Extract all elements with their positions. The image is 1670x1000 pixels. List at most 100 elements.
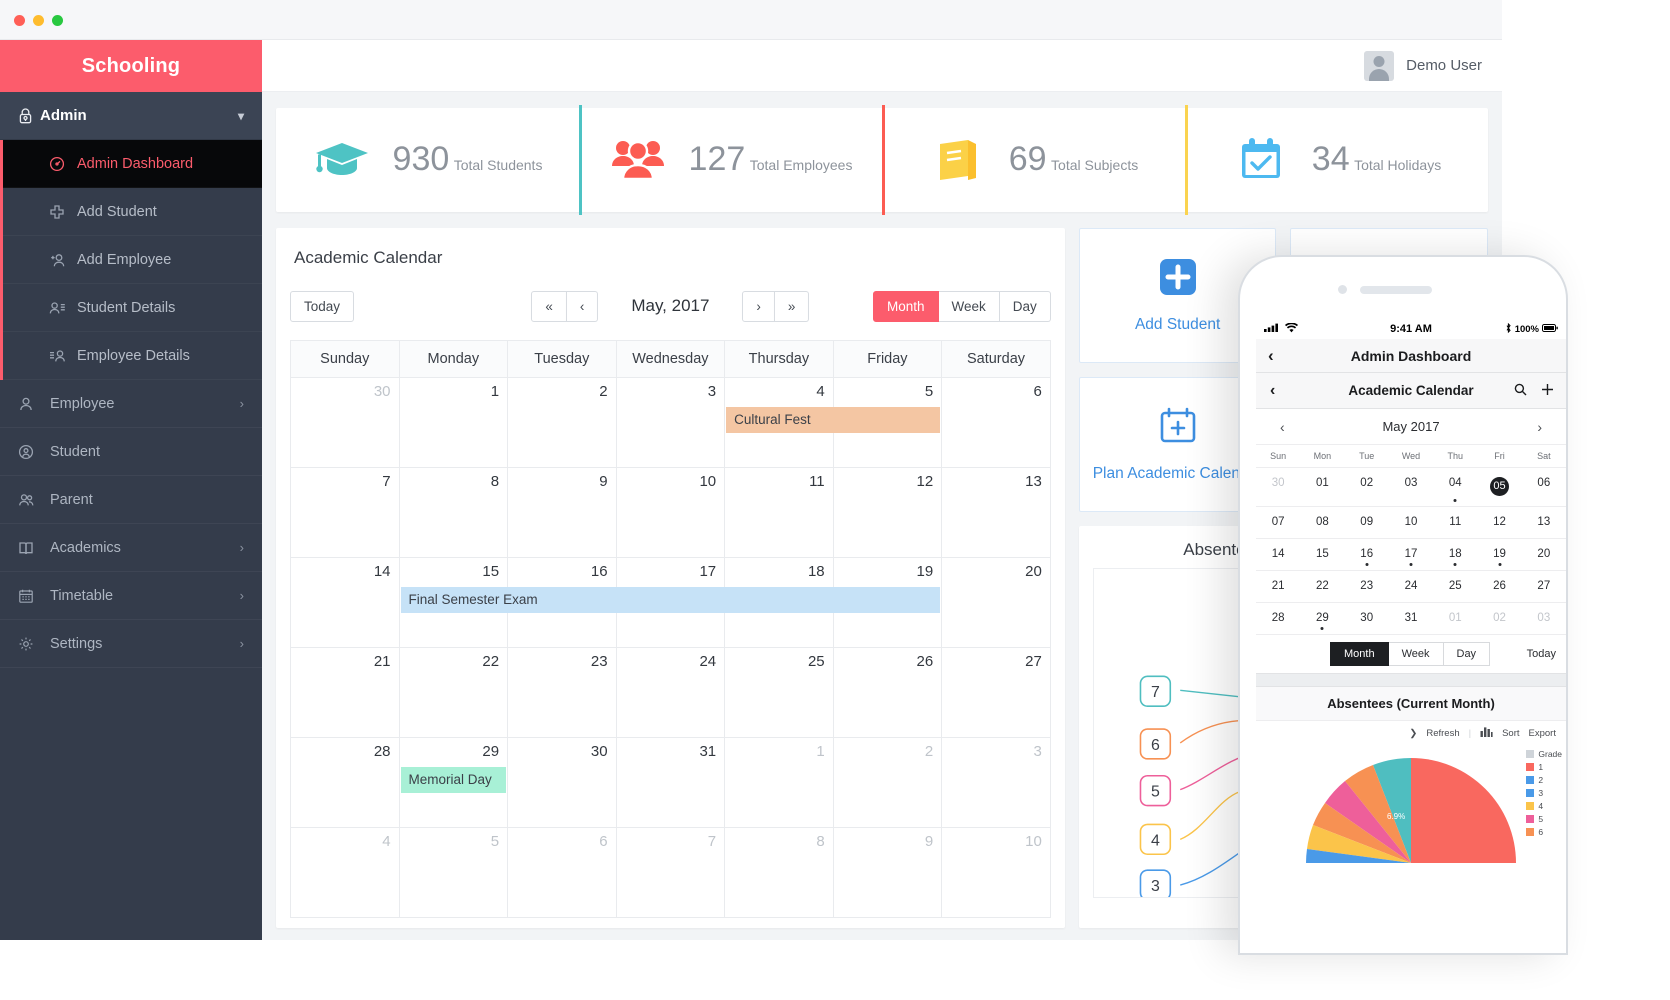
phone-calendar-day[interactable]: 27 bbox=[1522, 571, 1566, 602]
sidebar-item-academics[interactable]: Academics › bbox=[0, 524, 262, 572]
phone-calendar-day[interactable]: 28 bbox=[1256, 603, 1300, 634]
phone-calendar-day[interactable]: 17 bbox=[1389, 539, 1433, 570]
calendar-day-cell[interactable]: 6 bbox=[941, 377, 1051, 468]
user-menu[interactable]: Demo User bbox=[1364, 50, 1482, 81]
phone-calendar-day[interactable]: 23 bbox=[1345, 571, 1389, 602]
phone-calendar-day[interactable]: 10 bbox=[1389, 507, 1433, 538]
last-period-button[interactable]: » bbox=[774, 290, 810, 322]
calendar-day-cell[interactable]: 30 bbox=[290, 377, 400, 468]
phone-view-week-button[interactable]: Week bbox=[1388, 642, 1444, 666]
stat-card-total-employees[interactable]: 127 Total Employees bbox=[579, 105, 882, 215]
phone-side-button-volume-up[interactable] bbox=[1238, 455, 1240, 503]
calendar-event[interactable]: Final Semester Exam bbox=[400, 587, 941, 613]
phone-calendar-day[interactable]: 07 bbox=[1256, 507, 1300, 538]
phone-calendar-day[interactable]: 05 bbox=[1477, 468, 1521, 506]
calendar-day-cell[interactable]: 20 bbox=[941, 557, 1051, 648]
phone-calendar-day[interactable]: 22 bbox=[1300, 571, 1344, 602]
calendar-day-cell[interactable]: 28 bbox=[290, 737, 400, 828]
calendar-day-cell[interactable]: 8 bbox=[724, 827, 834, 918]
calendar-day-cell[interactable]: 29 Memorial Day bbox=[398, 737, 509, 828]
legend-item[interactable]: 2 bbox=[1526, 775, 1562, 785]
sidebar-item-student[interactable]: Student bbox=[0, 428, 262, 476]
phone-calendar-day[interactable]: 09 bbox=[1345, 507, 1389, 538]
phone-calendar-day[interactable]: 29 bbox=[1300, 603, 1344, 634]
calendar-day-cell[interactable]: 9 bbox=[507, 467, 617, 558]
phone-calendar-day[interactable]: 30 bbox=[1345, 603, 1389, 634]
phone-calendar-day[interactable]: 01 bbox=[1433, 603, 1477, 634]
calendar-day-cell[interactable]: 27 bbox=[941, 647, 1051, 738]
phone-calendar-day[interactable]: 16 bbox=[1345, 539, 1389, 570]
sidebar-item-employee-details[interactable]: Employee Details bbox=[3, 332, 262, 380]
phone-calendar-day[interactable]: 03 bbox=[1389, 468, 1433, 506]
calendar-day-cell[interactable]: 14 bbox=[290, 557, 400, 648]
calendar-day-cell[interactable]: 1 bbox=[724, 737, 834, 828]
close-window-button[interactable] bbox=[14, 15, 25, 26]
phone-calendar-day[interactable]: 03 bbox=[1522, 603, 1566, 634]
calendar-day-cell[interactable]: 21 bbox=[290, 647, 400, 738]
calendar-day-cell[interactable]: 22 bbox=[398, 647, 509, 738]
sidebar-item-parent[interactable]: Parent bbox=[0, 476, 262, 524]
phone-calendar-day[interactable]: 06 bbox=[1522, 468, 1566, 506]
phone-view-month-button[interactable]: Month bbox=[1330, 642, 1389, 666]
calendar-day-cell[interactable]: 25 bbox=[724, 647, 834, 738]
calendar-day-cell[interactable]: 24 bbox=[615, 647, 726, 738]
phone-calendar-day[interactable]: 12 bbox=[1477, 507, 1521, 538]
calendar-day-cell[interactable]: 9 bbox=[832, 827, 943, 918]
calendar-day-cell[interactable]: 26 bbox=[832, 647, 943, 738]
calendar-day-cell[interactable]: 4 Cultural Fest bbox=[724, 377, 941, 468]
calendar-day-cell[interactable]: 23 bbox=[507, 647, 617, 738]
calendar-day-cell[interactable]: 1 bbox=[398, 377, 509, 468]
calendar-day-cell[interactable]: 2 bbox=[507, 377, 617, 468]
phone-export-button[interactable]: Export bbox=[1529, 728, 1556, 739]
phone-calendar-day[interactable]: 02 bbox=[1345, 468, 1389, 506]
phone-calendar-day[interactable]: 31 bbox=[1389, 603, 1433, 634]
plus-icon[interactable] bbox=[1541, 383, 1554, 399]
calendar-day-cell[interactable]: 4 bbox=[290, 827, 400, 918]
first-period-button[interactable]: « bbox=[531, 290, 567, 322]
calendar-event[interactable]: Memorial Day bbox=[400, 767, 507, 793]
phone-calendar-day[interactable]: 19 bbox=[1477, 539, 1521, 570]
stat-card-total-subjects[interactable]: 69 Total Subjects bbox=[882, 105, 1185, 215]
stat-card-total-holidays[interactable]: 34 Total Holidays bbox=[1185, 105, 1488, 215]
phone-calendar-day[interactable]: 25 bbox=[1433, 571, 1477, 602]
legend-item[interactable]: 6 bbox=[1526, 827, 1562, 837]
calendar-day-cell[interactable]: 10 bbox=[615, 467, 726, 558]
calendar-day-cell[interactable]: 15 Final Semester Exam bbox=[398, 557, 941, 648]
phone-calendar-day[interactable]: 18 bbox=[1433, 539, 1477, 570]
phone-calendar-day[interactable]: 15 bbox=[1300, 539, 1344, 570]
phone-calendar-day[interactable]: 11 bbox=[1433, 507, 1477, 538]
phone-calendar-day[interactable]: 08 bbox=[1300, 507, 1344, 538]
minimize-window-button[interactable] bbox=[33, 15, 44, 26]
view-day-button[interactable]: Day bbox=[999, 290, 1051, 322]
chevron-left-icon[interactable]: ‹ bbox=[1270, 382, 1275, 400]
phone-calendar-day[interactable]: 04 bbox=[1433, 468, 1477, 506]
sidebar-item-add-student[interactable]: Add Student bbox=[3, 188, 262, 236]
prev-period-button[interactable]: ‹ bbox=[566, 290, 599, 322]
phone-calendar-day[interactable]: 20 bbox=[1522, 539, 1566, 570]
legend-item[interactable]: 1 bbox=[1526, 762, 1562, 772]
phone-sort-button[interactable]: Sort bbox=[1502, 728, 1519, 739]
chevron-left-icon[interactable]: ‹ bbox=[1268, 346, 1274, 366]
calendar-day-cell[interactable]: 5 bbox=[398, 827, 509, 918]
phone-refresh-button[interactable]: Refresh bbox=[1426, 728, 1459, 739]
phone-calendar-day[interactable]: 02 bbox=[1477, 603, 1521, 634]
chevron-right-icon[interactable]: › bbox=[240, 396, 244, 411]
legend-item[interactable]: 5 bbox=[1526, 814, 1562, 824]
phone-calendar-day[interactable]: 13 bbox=[1522, 507, 1566, 538]
today-button[interactable]: Today bbox=[290, 290, 355, 322]
view-month-button[interactable]: Month bbox=[872, 290, 939, 322]
chevron-right-icon[interactable]: › bbox=[1537, 419, 1542, 435]
bar-chart-icon[interactable] bbox=[1480, 726, 1493, 740]
calendar-day-cell[interactable]: 12 bbox=[832, 467, 943, 558]
legend-item[interactable]: 4 bbox=[1526, 801, 1562, 811]
maximize-window-button[interactable] bbox=[52, 15, 63, 26]
phone-side-button-volume-down[interactable] bbox=[1238, 513, 1240, 561]
calendar-day-cell[interactable]: 7 bbox=[615, 827, 726, 918]
phone-calendar-day[interactable]: 24 bbox=[1389, 571, 1433, 602]
calendar-day-cell[interactable]: 3 bbox=[941, 737, 1051, 828]
view-week-button[interactable]: Week bbox=[938, 290, 1000, 322]
phone-calendar-day[interactable]: 30 bbox=[1256, 468, 1300, 506]
chevron-down-icon[interactable]: ▾ bbox=[238, 109, 244, 123]
sidebar-item-admin-dashboard[interactable]: Admin Dashboard bbox=[3, 140, 262, 188]
chevron-left-icon[interactable]: ‹ bbox=[1280, 419, 1285, 435]
